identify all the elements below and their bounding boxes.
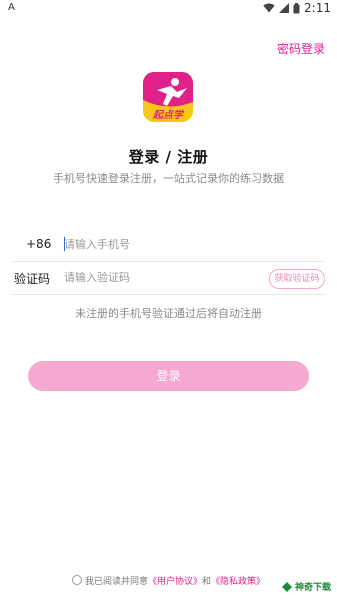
carrier-icon: A <box>8 2 15 13</box>
logo-text: 起点学 <box>152 109 185 121</box>
get-code-button[interactable]: 获取验证码 <box>269 269 325 289</box>
phone-row: +86 <box>12 229 325 262</box>
code-row: 验证码 获取验证码 <box>12 262 325 295</box>
watermark: 神奇下载 <box>281 580 331 593</box>
clock: 2:11 <box>304 1 331 15</box>
wifi-icon <box>263 3 275 13</box>
code-label: 验证码 <box>14 272 51 286</box>
watermark-text: 神奇下载 <box>294 583 331 593</box>
phone-input[interactable] <box>64 233 244 255</box>
watermark-icon <box>281 581 292 592</box>
signal-icon <box>279 3 290 13</box>
page-title: 登录 / 注册 <box>128 148 209 166</box>
auto-register-hint: 未注册的手机号验证通过后将自动注册 <box>75 307 262 320</box>
login-button[interactable]: 登录 <box>28 361 309 391</box>
country-code[interactable]: +86 <box>26 237 51 251</box>
page-subtitle: 手机号快速登录注册，一站式记录你的练习数据 <box>53 172 284 185</box>
password-login-link[interactable]: 密码登录 <box>277 40 325 57</box>
app-logo: 起点学 <box>143 72 193 122</box>
battery-icon <box>293 2 300 13</box>
privacy-policy-link[interactable]: 《隐私政策》 <box>211 577 265 587</box>
code-input[interactable] <box>64 266 244 288</box>
logo-figure-head <box>171 78 179 86</box>
status-bar: A 2:11 <box>0 0 337 18</box>
agreement-prefix: 我已阅读并同意 <box>84 577 148 587</box>
user-agreement-link[interactable]: 《用户协议》 <box>148 577 202 587</box>
agree-radio[interactable] <box>71 575 82 585</box>
agreement-and: 和 <box>202 577 212 587</box>
